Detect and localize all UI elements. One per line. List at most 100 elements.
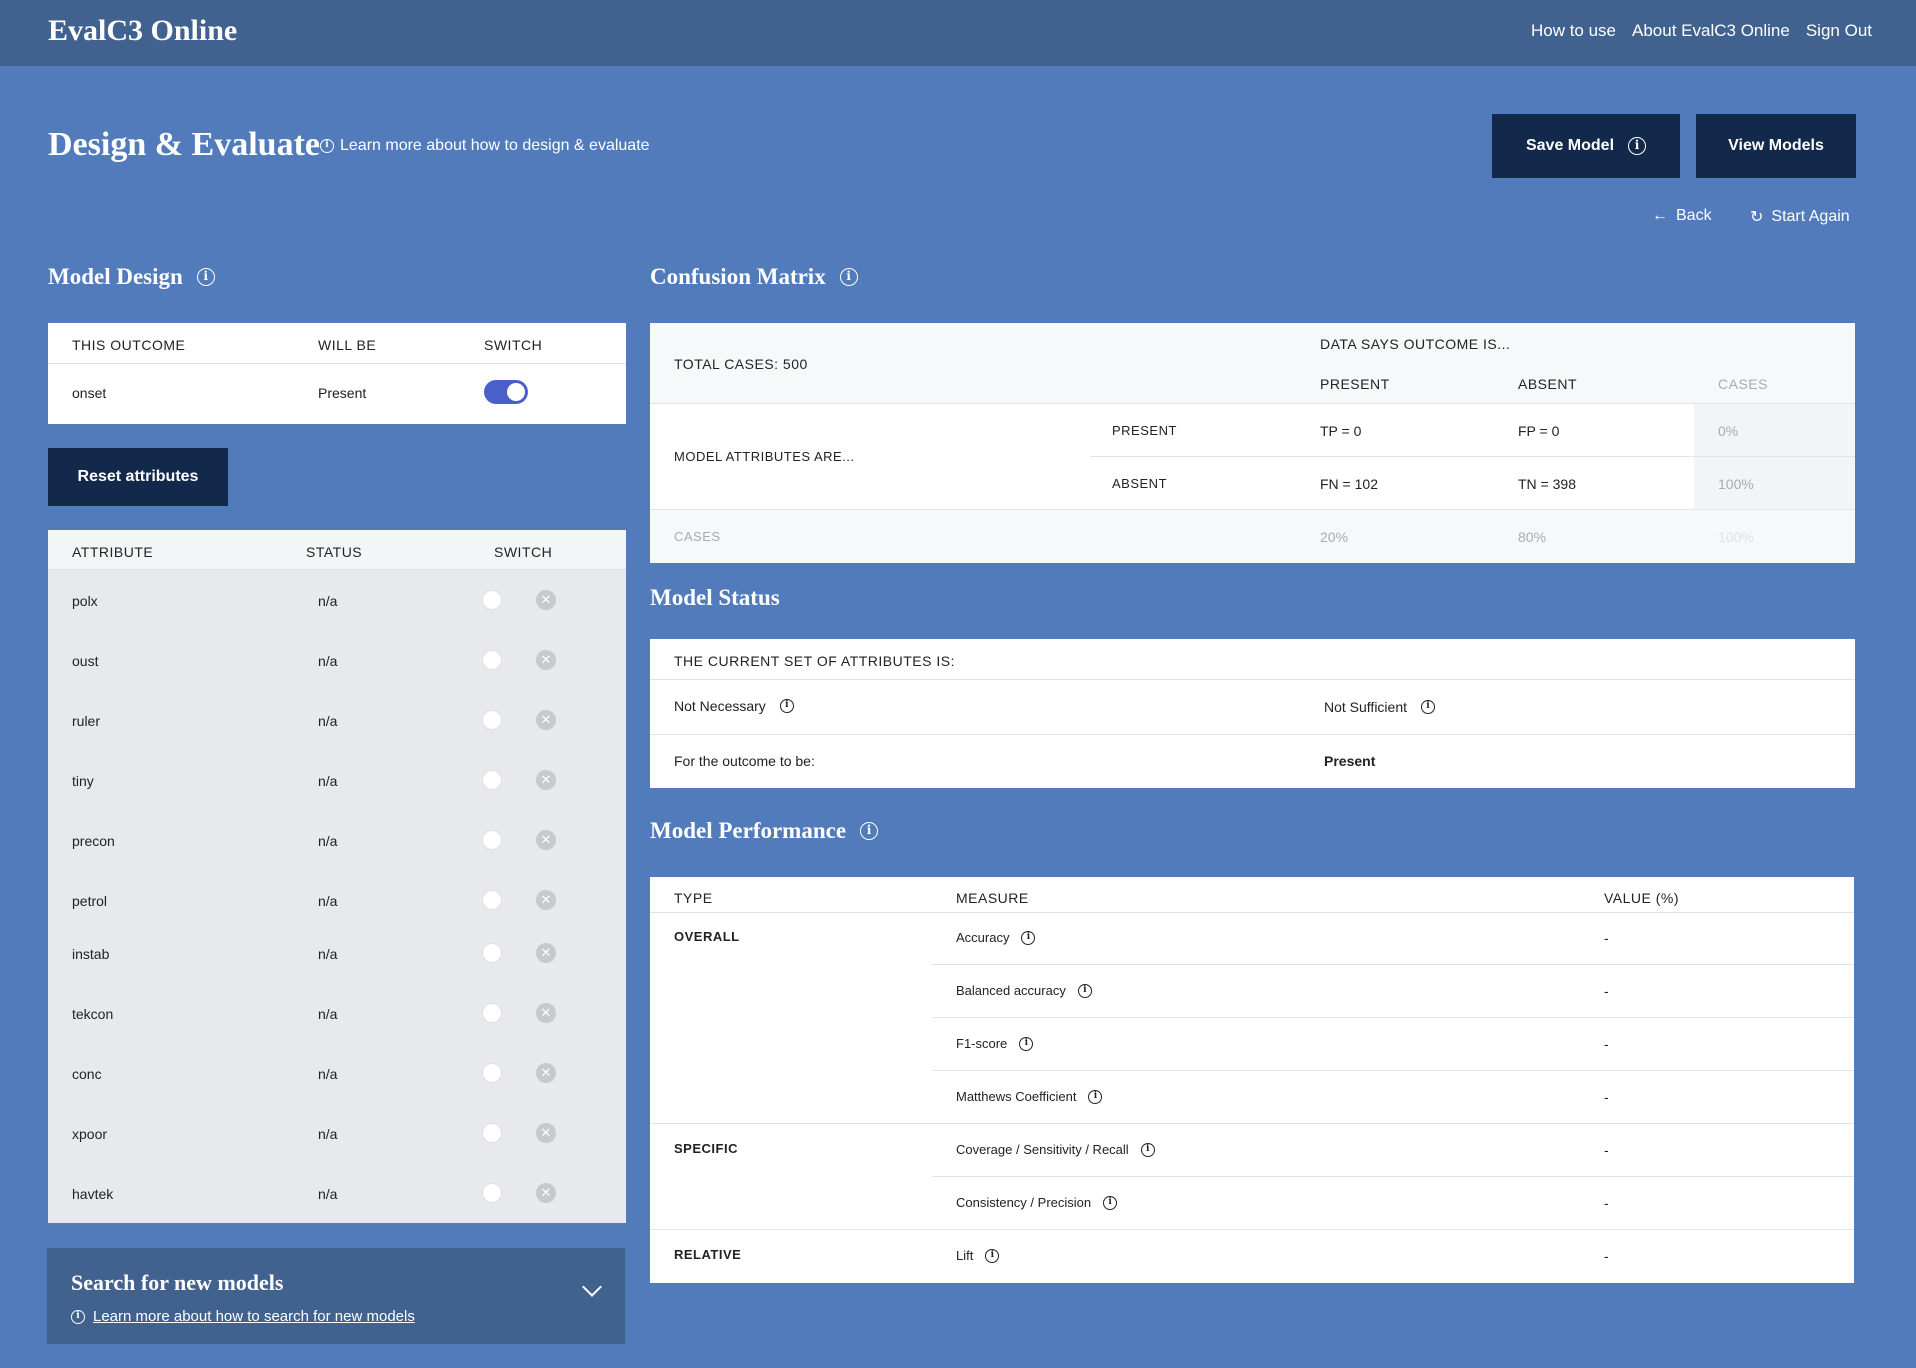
confusion-matrix-heading: Confusion Matrix i [650, 264, 858, 290]
save-model-button[interactable]: Save Model i [1492, 114, 1680, 178]
divider [1090, 456, 1855, 457]
reset-attributes-button[interactable]: Reset attributes [48, 448, 228, 506]
status-header: THE CURRENT SET OF ATTRIBUTES IS: [674, 653, 955, 669]
measure-value: - [1604, 1195, 1609, 1211]
top-bar: EvalC3 Online How to use About EvalC3 On… [0, 0, 1916, 66]
divider [650, 734, 1855, 735]
info-icon[interactable]: i [860, 822, 879, 840]
measure-label: Coverage / Sensitivity / Recall [956, 1142, 1129, 1157]
model-status-title: Model Status [650, 585, 780, 610]
back-label: Back [1676, 207, 1712, 224]
attribute-clear-icon[interactable]: ✕ [536, 1003, 556, 1023]
measure-label: Matthews Coefficient [956, 1089, 1077, 1104]
sufficiency-label: Not Sufficient [1324, 699, 1408, 715]
info-icon[interactable]: i [1140, 1142, 1155, 1157]
measure-label: Balanced accuracy [956, 983, 1066, 998]
attribute-present-radio[interactable] [482, 770, 502, 790]
cases-label: CASES [674, 529, 721, 544]
attribute-clear-icon[interactable]: ✕ [536, 830, 556, 850]
chevron-down-icon[interactable] [582, 1277, 602, 1297]
model-design-heading: Model Design i [48, 264, 215, 290]
column-header: SWITCH [494, 544, 553, 560]
switch-knob [507, 383, 525, 401]
outcome-switch[interactable] [484, 380, 528, 404]
attribute-status: n/a [318, 1186, 338, 1202]
info-icon[interactable]: i [1021, 930, 1036, 945]
attribute-present-radio[interactable] [482, 943, 502, 963]
total-cases: TOTAL CASES: 500 [674, 356, 808, 372]
nav-about[interactable]: About EvalC3 Online [1632, 21, 1790, 41]
nav-how-to-use[interactable]: How to use [1531, 21, 1616, 41]
info-icon[interactable]: i [1088, 1089, 1103, 1104]
model-design-title: Model Design [48, 264, 183, 289]
search-new-models-panel[interactable]: Search for new models i Learn more about… [47, 1248, 625, 1344]
learn-more-design-link[interactable]: i Learn more about how to design & evalu… [320, 137, 650, 155]
attribute-name: petrol [72, 893, 108, 909]
model-performance-table: TYPE MEASURE VALUE (%) OVERALL Accuracy … [650, 877, 1854, 1283]
attribute-clear-icon[interactable]: ✕ [536, 943, 556, 963]
info-icon: i [320, 139, 334, 153]
attribute-present-radio[interactable] [482, 1063, 502, 1083]
model-status-table: THE CURRENT SET OF ATTRIBUTES IS: Not Ne… [650, 639, 1855, 788]
measure-value: - [1604, 1142, 1609, 1158]
attribute-clear-icon[interactable]: ✕ [536, 1063, 556, 1083]
attribute-name: precon [72, 833, 115, 849]
info-icon[interactable]: i [1019, 1036, 1034, 1051]
attribute-present-radio[interactable] [482, 590, 502, 610]
type-overall: OVERALL [674, 929, 740, 944]
view-models-button[interactable]: View Models [1696, 114, 1856, 178]
attribute-name: xpoor [72, 1126, 108, 1142]
attribute-name: ruler [72, 713, 101, 729]
attribute-clear-icon[interactable]: ✕ [536, 590, 556, 610]
brand-logo[interactable]: EvalC3 Online [48, 14, 237, 48]
attribute-clear-icon[interactable]: ✕ [536, 1183, 556, 1203]
nav-sign-out[interactable]: Sign Out [1806, 21, 1872, 41]
info-icon[interactable]: i [1628, 137, 1647, 155]
back-button[interactable]: ← Back [1652, 207, 1712, 225]
divider [650, 912, 1854, 913]
attribute-clear-icon[interactable]: ✕ [536, 1123, 556, 1143]
measure-f1-score: F1-score i [956, 1036, 1034, 1051]
measure-lift: Lift i [956, 1248, 1000, 1263]
info-icon[interactable]: i [1421, 700, 1436, 714]
info-icon[interactable]: i [1103, 1195, 1118, 1210]
row-header: PRESENT [1112, 423, 1177, 438]
info-icon[interactable]: i [779, 699, 794, 713]
absent-cases-pct: 100% [1718, 476, 1754, 492]
attribute-clear-icon[interactable]: ✕ [536, 650, 556, 670]
attribute-present-radio[interactable] [482, 1003, 502, 1023]
confusion-matrix-title: Confusion Matrix [650, 264, 826, 289]
attribute-clear-icon[interactable]: ✕ [536, 710, 556, 730]
info-icon[interactable]: i [196, 268, 215, 286]
search-title: Search for new models [71, 1270, 284, 1295]
outcome-table: THIS OUTCOME WILL BE SWITCH onset Presen… [48, 323, 626, 424]
info-icon[interactable]: i [985, 1248, 1000, 1263]
attribute-present-radio[interactable] [482, 650, 502, 670]
outcome-value: Present [318, 385, 367, 401]
attribute-present-radio[interactable] [482, 710, 502, 730]
attribute-present-radio[interactable] [482, 1123, 502, 1143]
outcome-value: Present [1324, 753, 1376, 769]
divider [650, 1123, 1854, 1124]
attribute-present-radio[interactable] [482, 1183, 502, 1203]
attribute-clear-icon[interactable]: ✕ [536, 770, 556, 790]
necessity-status: Not Necessary i [674, 698, 794, 714]
start-again-button[interactable]: ↻ Start Again [1750, 207, 1850, 227]
cm-header-bg [650, 323, 1855, 403]
measure-label: Lift [956, 1248, 974, 1263]
learn-more-search-link[interactable]: i Learn more about how to search for new… [71, 1308, 415, 1325]
cases-absent-pct: 80% [1518, 529, 1547, 545]
info-icon[interactable]: i [839, 268, 858, 286]
divider [48, 363, 626, 364]
attribute-clear-icon[interactable]: ✕ [536, 890, 556, 910]
column-header: TYPE [674, 890, 713, 906]
attribute-status: n/a [318, 713, 338, 729]
measure-accuracy: Accuracy i [956, 930, 1036, 945]
info-icon[interactable]: i [1077, 983, 1092, 998]
attribute-status: n/a [318, 653, 338, 669]
column-header: PRESENT [1320, 376, 1390, 392]
measure-coverage: Coverage / Sensitivity / Recall i [956, 1142, 1155, 1157]
attribute-status: n/a [318, 1126, 338, 1142]
attribute-present-radio[interactable] [482, 830, 502, 850]
attribute-present-radio[interactable] [482, 890, 502, 910]
